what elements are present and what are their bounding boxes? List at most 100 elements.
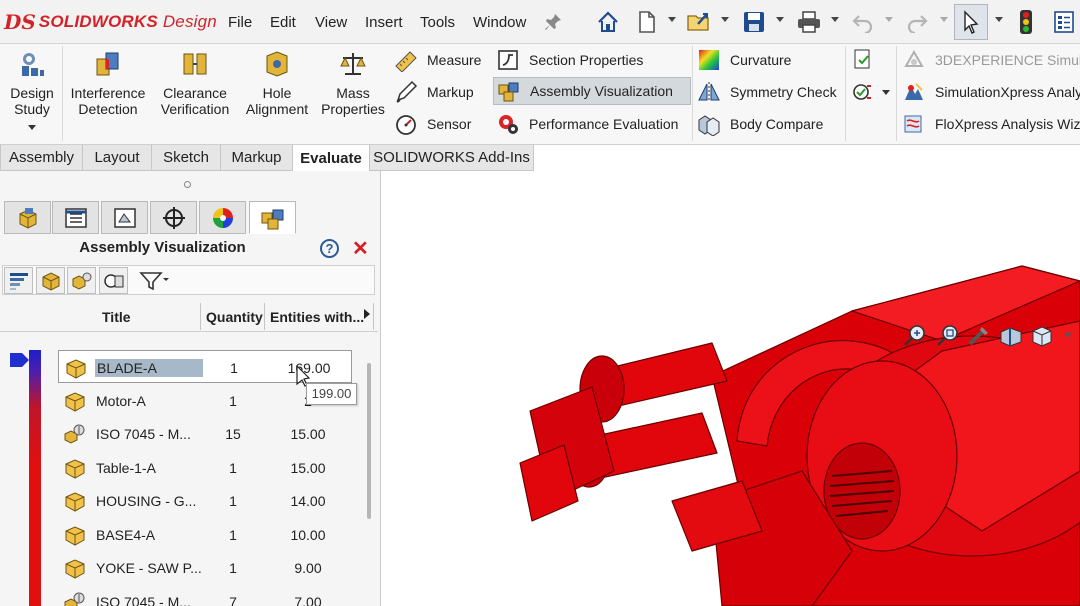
simulationxpress-button[interactable]: SimulationXpress Analy <box>902 78 1080 106</box>
panel-title: Assembly Visualization <box>79 239 246 256</box>
undo-icon[interactable] <box>848 7 878 37</box>
print-dropdown-caret[interactable] <box>831 17 839 22</box>
redo-dropdown-caret[interactable] <box>940 17 948 22</box>
close-icon[interactable]: ✕ <box>352 236 369 261</box>
section-properties-button[interactable]: Section Properties <box>496 46 643 74</box>
new-document-icon[interactable] <box>632 7 662 37</box>
panel-grip-handle[interactable] <box>184 181 191 188</box>
menu-insert[interactable]: Insert <box>365 14 403 31</box>
hole-alignment-button[interactable]: Hole Alignment <box>240 48 314 117</box>
check-tool-button[interactable] <box>851 46 884 74</box>
measure-button[interactable]: Measure <box>394 46 481 74</box>
print-icon[interactable] <box>794 7 824 37</box>
markup-button[interactable]: Markup <box>394 78 474 106</box>
list-item[interactable]: ISO 7045 - M... 15 15.00 <box>58 417 352 450</box>
design-study-button[interactable]: Design Study <box>4 48 60 130</box>
assembly-visualization-button[interactable]: Assembly Visualization <box>493 77 691 105</box>
list-item[interactable]: ISO 7045 - M... 7 7.00 <box>58 585 352 606</box>
menu-window[interactable]: Window <box>473 14 526 31</box>
new-dropdown-caret[interactable] <box>668 17 676 22</box>
sensor-button[interactable]: Sensor <box>394 110 471 138</box>
performance-evaluation-button[interactable]: Performance Evaluation <box>496 110 678 138</box>
feature-manager-tab[interactable] <box>4 201 51 234</box>
tab-markup[interactable]: Markup <box>220 145 293 171</box>
graphics-viewport[interactable] <box>382 171 1080 606</box>
gradient-bars-icon <box>9 272 28 290</box>
display-manager-tab[interactable] <box>199 201 246 234</box>
solidworks-logo: DS SOLIDWORKS Design <box>4 9 217 35</box>
redo-icon[interactable] <box>902 7 932 37</box>
tab-assembly[interactable]: Assembly <box>0 145 83 171</box>
item-value: 15.00 <box>290 460 326 476</box>
home-icon[interactable] <box>593 7 623 37</box>
column-divider[interactable] <box>264 303 265 330</box>
tab-layout[interactable]: Layout <box>82 145 152 171</box>
previous-view-icon[interactable] <box>966 324 992 348</box>
select-icon[interactable] <box>954 4 988 40</box>
column-quantity[interactable]: Quantity <box>206 309 263 325</box>
gradient-slider-marker[interactable] <box>10 353 29 367</box>
3dexperience-simulation-button[interactable]: 3DEXPERIENCE Simulati <box>902 46 1080 74</box>
gauge-icon <box>396 115 416 135</box>
section-view-icon[interactable] <box>998 324 1024 348</box>
filter-button[interactable] <box>136 267 172 294</box>
configuration-manager-tab[interactable] <box>101 201 148 234</box>
item-quantity: 1 <box>229 527 237 543</box>
menu-view[interactable]: View <box>315 14 347 31</box>
save-dropdown-caret[interactable] <box>776 17 784 22</box>
floxpress-button[interactable]: FloXpress Analysis Wiz <box>902 110 1080 138</box>
property-manager-tab[interactable] <box>52 201 99 234</box>
menu-tools[interactable]: Tools <box>420 14 455 31</box>
item-quantity: 7 <box>229 594 237 606</box>
open-dropdown-caret[interactable] <box>721 17 729 22</box>
column-entities[interactable]: Entities with... <box>270 309 364 325</box>
select-dropdown-caret[interactable] <box>995 17 1003 22</box>
interference-detection-button[interactable]: Interference Detection <box>66 48 150 117</box>
compare-tool-button[interactable] <box>851 78 890 106</box>
curvature-button[interactable]: Curvature <box>697 46 791 74</box>
clearance-verification-button[interactable]: Clearance Verification <box>156 48 234 117</box>
options-icon[interactable] <box>1049 7 1079 37</box>
mass-properties-button[interactable]: Mass Properties <box>320 48 386 117</box>
measure-icon <box>395 51 417 72</box>
list-item[interactable]: YOKE - SAW P... 1 9.00 <box>58 551 352 584</box>
performance-evaluation-icon <box>499 115 518 134</box>
simulation-dim-icon <box>904 49 924 67</box>
open-icon[interactable] <box>684 7 714 37</box>
nested-view-button[interactable] <box>67 267 96 294</box>
configuration-icon <box>113 207 136 228</box>
design-study-caret[interactable] <box>28 125 36 130</box>
list-item[interactable]: HOUSING - G... 1 14.00 <box>58 484 352 517</box>
tab-evaluate[interactable]: Evaluate <box>292 145 370 171</box>
body-compare-button[interactable]: Body Compare <box>697 110 823 138</box>
undo-dropdown-caret[interactable] <box>885 17 893 22</box>
column-title[interactable]: Title <box>102 309 131 325</box>
column-scroll-arrow[interactable] <box>364 309 370 319</box>
help-icon[interactable]: ? <box>320 239 339 258</box>
zoom-to-fit-icon[interactable] <box>902 324 928 348</box>
list-scrollbar[interactable] <box>367 363 371 519</box>
compare-tool-caret[interactable] <box>882 89 890 95</box>
column-divider[interactable] <box>200 303 201 330</box>
rebuild-icon[interactable] <box>1011 7 1041 37</box>
symmetry-check-button[interactable]: Symmetry Check <box>697 78 837 106</box>
save-icon[interactable] <box>739 7 769 37</box>
tab-solidworks-add-ins[interactable]: SOLIDWORKS Add-Ins <box>369 145 534 171</box>
gradient-view-button[interactable] <box>4 267 33 294</box>
property-columns-button[interactable] <box>99 267 128 294</box>
dimxpert-manager-tab[interactable] <box>150 201 197 234</box>
view-orientation-icon[interactable] <box>1030 324 1056 348</box>
parts-view-button[interactable] <box>36 267 65 294</box>
zoom-to-area-icon[interactable] <box>935 324 961 348</box>
feature-tree-icon <box>19 207 36 229</box>
view-orientation-caret[interactable] <box>1064 333 1072 338</box>
assembly-visualization-tab[interactable] <box>249 201 296 234</box>
list-item[interactable]: Table-1-A 1 15.00 <box>58 451 352 484</box>
menu-edit[interactable]: Edit <box>270 14 296 31</box>
list-item[interactable]: BASE4-A 1 10.00 <box>58 518 352 551</box>
column-divider <box>373 303 374 330</box>
menu-file[interactable]: File <box>228 14 252 31</box>
tab-sketch[interactable]: Sketch <box>151 145 221 171</box>
assembly-visualization-label: Assembly Visualization <box>530 83 673 99</box>
pin-icon[interactable] <box>538 7 568 37</box>
